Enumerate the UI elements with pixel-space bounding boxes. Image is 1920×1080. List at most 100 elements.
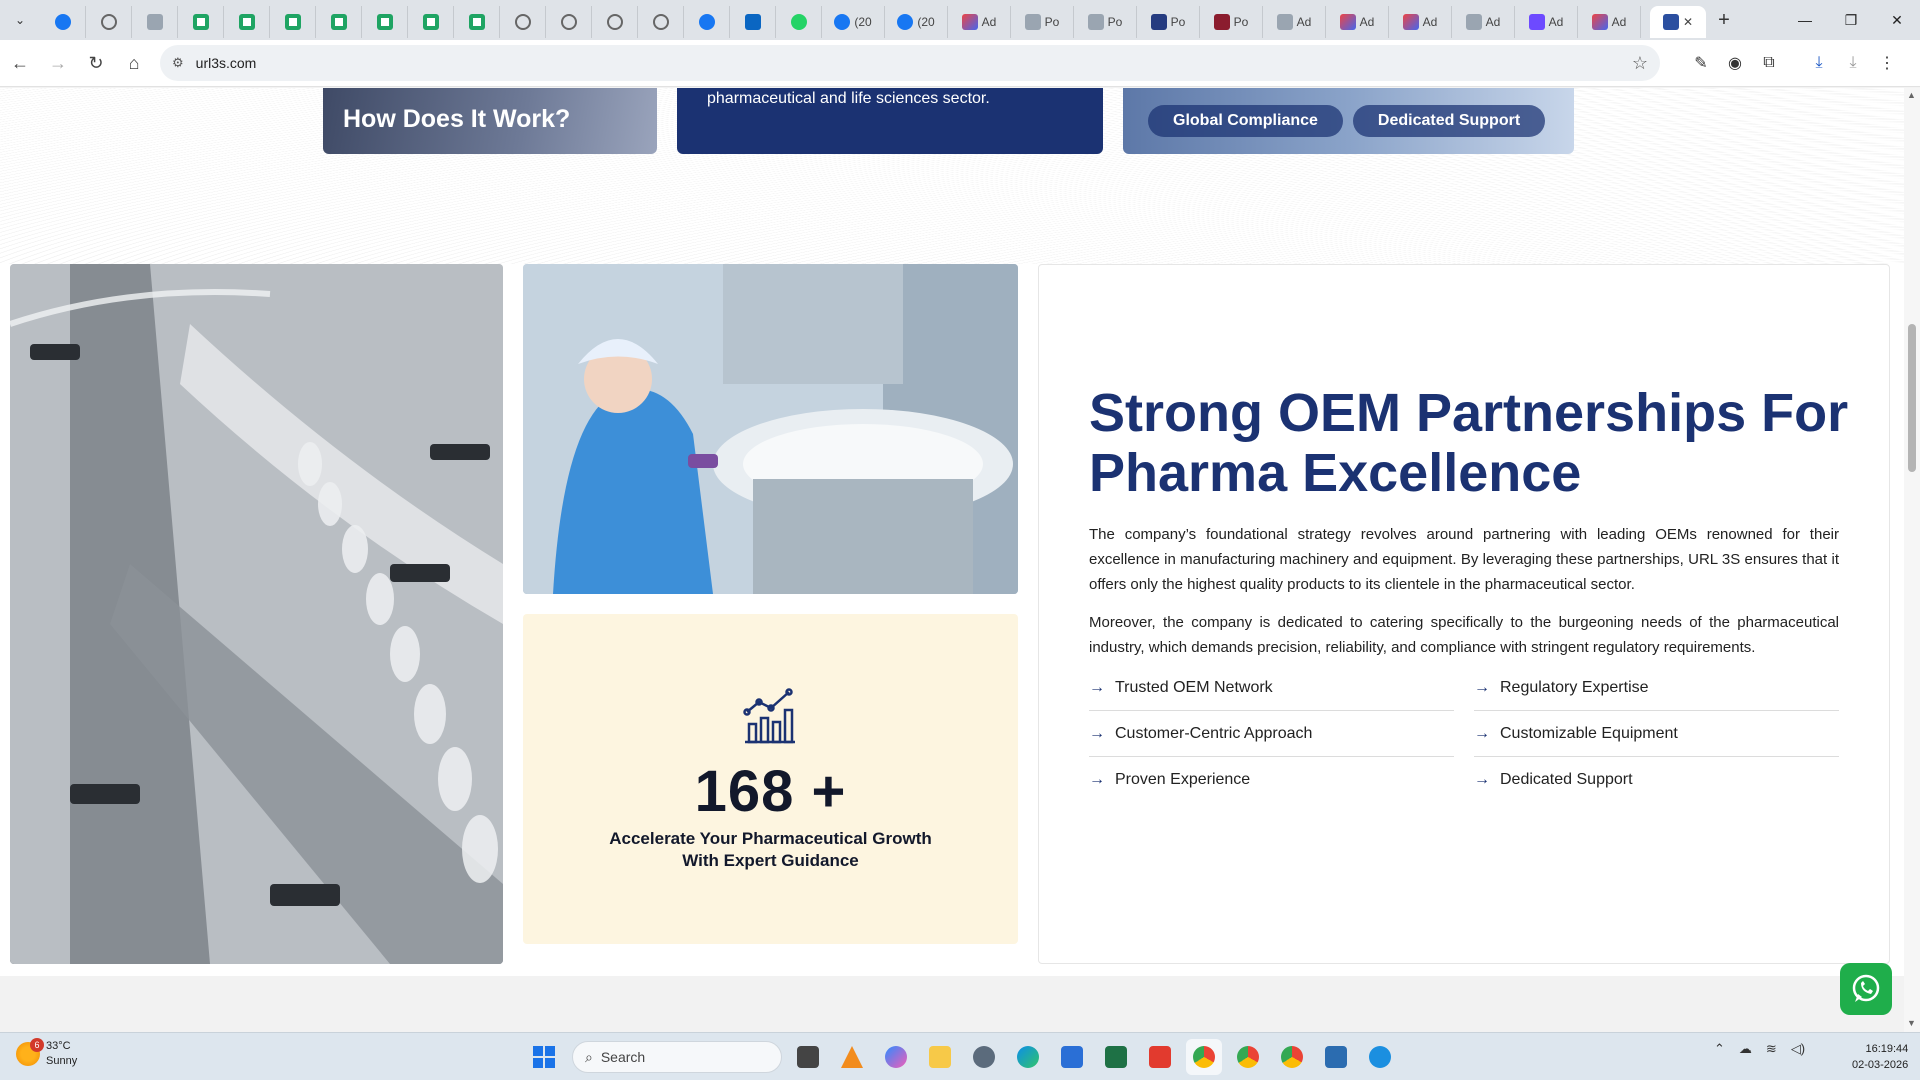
- start-button[interactable]: [524, 1037, 564, 1077]
- url-text[interactable]: url3s.com: [196, 55, 1632, 71]
- excel-app[interactable]: [1098, 1039, 1134, 1075]
- intro-paragraph: The company’s foundational strategy revo…: [1089, 526, 1839, 593]
- tab-2[interactable]: [132, 6, 178, 38]
- tab-8[interactable]: [408, 6, 454, 38]
- scroll-down-icon[interactable]: ▼: [1907, 1018, 1916, 1028]
- restore-button[interactable]: ❐: [1828, 0, 1874, 40]
- forward-button[interactable]: →: [40, 45, 76, 81]
- sheets-icon: [284, 14, 301, 30]
- copilot-app[interactable]: [878, 1039, 914, 1075]
- download-progress-icon[interactable]: ⤓: [1836, 46, 1870, 80]
- tab-14[interactable]: [684, 6, 730, 38]
- tab-15[interactable]: [730, 6, 776, 38]
- tab-search-button[interactable]: ⌄: [0, 0, 40, 40]
- clock[interactable]: 16:19:44 02-03-2026: [1852, 1041, 1908, 1073]
- tab-title: Po: [1170, 15, 1186, 29]
- folder-icon: [929, 1046, 951, 1068]
- wifi-icon[interactable]: ≋: [1766, 1041, 1777, 1057]
- terminal-icon: [797, 1046, 819, 1068]
- tab-10[interactable]: [500, 6, 546, 38]
- weather-widget[interactable]: 6 33°C Sunny: [16, 1038, 77, 1069]
- tab-24[interactable]: Ad: [1263, 6, 1326, 38]
- file-manager-app[interactable]: [790, 1039, 826, 1075]
- close-window-button[interactable]: ✕: [1874, 0, 1920, 40]
- eyedropper-extension-icon[interactable]: ✎: [1684, 46, 1718, 80]
- tab-18[interactable]: (20: [885, 6, 948, 38]
- scroll-up-icon[interactable]: ▲: [1907, 90, 1916, 100]
- menu-kebab-icon[interactable]: ⋮: [1870, 46, 1904, 80]
- chat-app[interactable]: [1362, 1039, 1398, 1075]
- explorer-app[interactable]: [922, 1039, 958, 1075]
- site-info-icon[interactable]: ⚙: [172, 55, 184, 71]
- tab-28[interactable]: Ad: [1515, 6, 1578, 38]
- system-tray: ⌃ ☁ ≋ ◁): [1714, 1041, 1805, 1057]
- tab-23[interactable]: Po: [1200, 6, 1263, 38]
- tab-17[interactable]: (20: [822, 6, 885, 38]
- compliance-support-card: Global Compliance Dedicated Support: [1123, 88, 1574, 154]
- sheets-icon: [422, 14, 439, 30]
- tab-16[interactable]: [776, 6, 822, 38]
- tab-4[interactable]: [224, 6, 270, 38]
- tab-26[interactable]: Ad: [1389, 6, 1452, 38]
- whatsapp-icon: [790, 14, 807, 30]
- tab-19[interactable]: Ad: [948, 6, 1011, 38]
- tab-20[interactable]: Po: [1011, 6, 1074, 38]
- tab-21[interactable]: Po: [1074, 6, 1137, 38]
- taskbar-search[interactable]: ⌕ Search: [572, 1041, 782, 1073]
- whatsapp-float-button[interactable]: [1840, 963, 1892, 1015]
- detail-paragraph: Moreover, the company is dedicated to ca…: [1089, 614, 1839, 656]
- chevron-up-icon[interactable]: ⌃: [1714, 1041, 1725, 1057]
- minimize-button[interactable]: —: [1782, 0, 1828, 40]
- stat-caption: Accelerate Your Pharmaceutical Growth Wi…: [609, 829, 932, 870]
- tab-11[interactable]: [546, 6, 592, 38]
- next-section-band: [0, 976, 1904, 1032]
- tab-active-url3s[interactable]: ✕: [1650, 6, 1706, 38]
- chrome-icon: [1281, 1046, 1303, 1068]
- reload-button[interactable]: ↻: [78, 45, 114, 81]
- chrome-app-3[interactable]: [1274, 1039, 1310, 1075]
- tab-13[interactable]: [638, 6, 684, 38]
- back-button[interactable]: ←: [2, 45, 38, 81]
- store-app[interactable]: [1054, 1039, 1090, 1075]
- gear-icon: [973, 1046, 995, 1068]
- tab-25[interactable]: Ad: [1326, 6, 1389, 38]
- tab-1[interactable]: [86, 6, 132, 38]
- chrome-app-2[interactable]: [1230, 1039, 1266, 1075]
- tab-6[interactable]: [316, 6, 362, 38]
- page-icon: [1465, 14, 1482, 30]
- tab-5[interactable]: [270, 6, 316, 38]
- tab-27[interactable]: Ad: [1452, 6, 1515, 38]
- notepad-app[interactable]: [1318, 1039, 1354, 1075]
- scroll-thumb[interactable]: [1908, 324, 1916, 472]
- windows-logo-icon: [533, 1046, 555, 1068]
- color-extension-icon[interactable]: ◉: [1718, 46, 1752, 80]
- tab-7[interactable]: [362, 6, 408, 38]
- tab-title: Ad: [981, 15, 997, 29]
- address-bar[interactable]: ⚙ url3s.com ☆: [160, 45, 1660, 81]
- tab-3[interactable]: [178, 6, 224, 38]
- how-it-works-card[interactable]: How Does It Work?: [323, 88, 657, 154]
- vlc-app[interactable]: [834, 1039, 870, 1075]
- download-icon[interactable]: ⤓: [1802, 46, 1836, 80]
- settings-app[interactable]: [966, 1039, 1002, 1075]
- tab-9[interactable]: [454, 6, 500, 38]
- bookmark-star-icon[interactable]: ☆: [1632, 53, 1648, 74]
- tab-22[interactable]: Po: [1137, 6, 1200, 38]
- section-title: Strong OEM Partnerships For Pharma Excel…: [1089, 383, 1849, 503]
- tab-12[interactable]: [592, 6, 638, 38]
- volume-icon[interactable]: ◁): [1791, 1041, 1805, 1057]
- weather-temp: 33°C: [46, 1040, 71, 1052]
- gear-icon: [652, 14, 669, 30]
- tab-29[interactable]: Ad: [1578, 6, 1641, 38]
- extensions-puzzle-icon[interactable]: ⧉: [1752, 46, 1786, 80]
- cloud-off-icon[interactable]: ☁: [1739, 1041, 1752, 1057]
- home-button[interactable]: ⌂: [116, 45, 152, 81]
- chrome-app-1[interactable]: [1186, 1039, 1222, 1075]
- arrow-right-icon: →: [1089, 724, 1105, 742]
- page-scrollbar[interactable]: ▲ ▼: [1904, 88, 1920, 1032]
- edge-app[interactable]: [1010, 1039, 1046, 1075]
- new-tab-button[interactable]: +: [1706, 9, 1742, 32]
- close-tab-icon[interactable]: ✕: [1683, 15, 1693, 29]
- tab-0[interactable]: [40, 6, 86, 38]
- anydesk-app[interactable]: [1142, 1039, 1178, 1075]
